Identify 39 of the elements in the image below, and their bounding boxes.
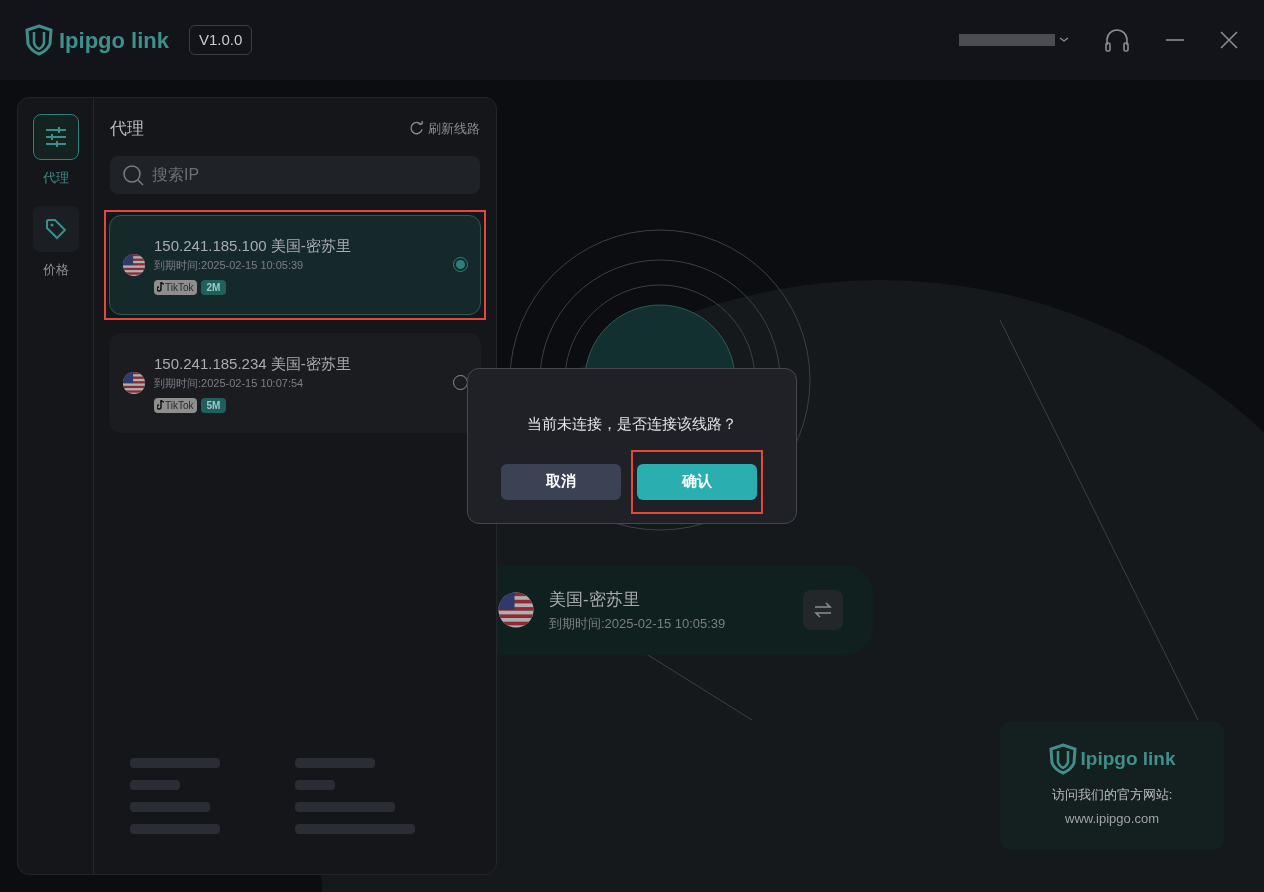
website-label: 访问我们的官方网站: [1051, 786, 1173, 804]
music-note-icon [157, 400, 165, 410]
website-link[interactable]: www.ipipgo.com [1065, 808, 1159, 828]
proxy-line-card[interactable]: 150.241.185.100 美国-密苏里 到期时间:2025-02-15 10:05:39 TikTok 2M [109, 214, 481, 315]
bandwidth-tag: 5M [200, 397, 227, 413]
logo-text: Ipipgo link [1080, 746, 1176, 771]
swap-arrows-icon [813, 602, 833, 618]
refresh-icon [409, 121, 424, 137]
app-tag: TikTok [154, 279, 197, 295]
search-field[interactable]: 搜索IP [110, 155, 480, 194]
switch-button[interactable] [803, 590, 843, 630]
flag-icon [122, 370, 146, 395]
chevron-down-icon [1059, 37, 1069, 43]
cancel-button[interactable]: 取消 [501, 463, 621, 500]
logo-text: Ipipgo link [59, 26, 169, 55]
sliders-icon [44, 127, 67, 147]
expiry-text: 到期时间:2025-02-15 10:05:39 [549, 615, 727, 633]
expiry-text: 到期时间:2025-02-15 10:05:39 [154, 258, 305, 273]
app-tag: TikTok [154, 397, 197, 413]
blurred-text-block [130, 780, 180, 790]
search-icon [122, 163, 144, 186]
dialog-message: 当前未连接，是否连接该线路？ [527, 414, 737, 434]
expiry-text: 到期时间:2025-02-15 10:07:54 [154, 376, 305, 391]
region-name: 美国-密苏里 [549, 588, 641, 611]
blurred-text-block [295, 780, 335, 790]
version-badge: V1.0.0 [189, 24, 253, 56]
logo-icon [1048, 743, 1077, 775]
music-note-icon [157, 282, 165, 292]
close-icon[interactable] [1219, 30, 1239, 50]
headset-icon[interactable] [1103, 26, 1131, 54]
refresh-button[interactable]: 刷新线路 [409, 119, 480, 139]
proxy-line-card[interactable]: 150.241.185.234 美国-密苏里 到期时间:2025-02-15 10:07:54 TikTok 5M [109, 332, 481, 433]
proxy-line-title: 150.241.185.234 美国-密苏里 [154, 353, 352, 374]
tag-icon [44, 217, 67, 240]
logo-icon [25, 24, 53, 56]
panel-title: 代理 [110, 118, 144, 140]
proxy-line-title: 150.241.185.100 美国-密苏里 [154, 235, 352, 256]
bandwidth-tag: 2M [200, 279, 227, 295]
flag-icon [122, 252, 146, 277]
